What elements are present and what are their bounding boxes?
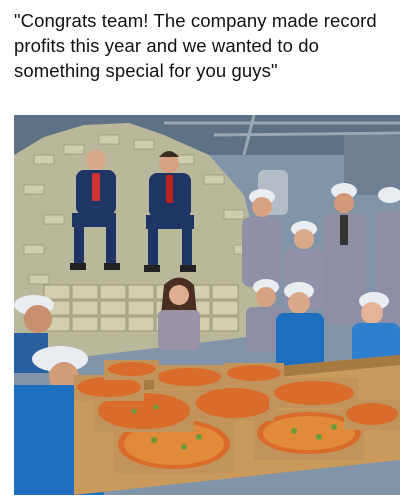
- meme-photo: [14, 115, 400, 495]
- meme-photo-illustration: [14, 115, 400, 495]
- meme-caption: "Congrats team! The company made record …: [14, 10, 377, 81]
